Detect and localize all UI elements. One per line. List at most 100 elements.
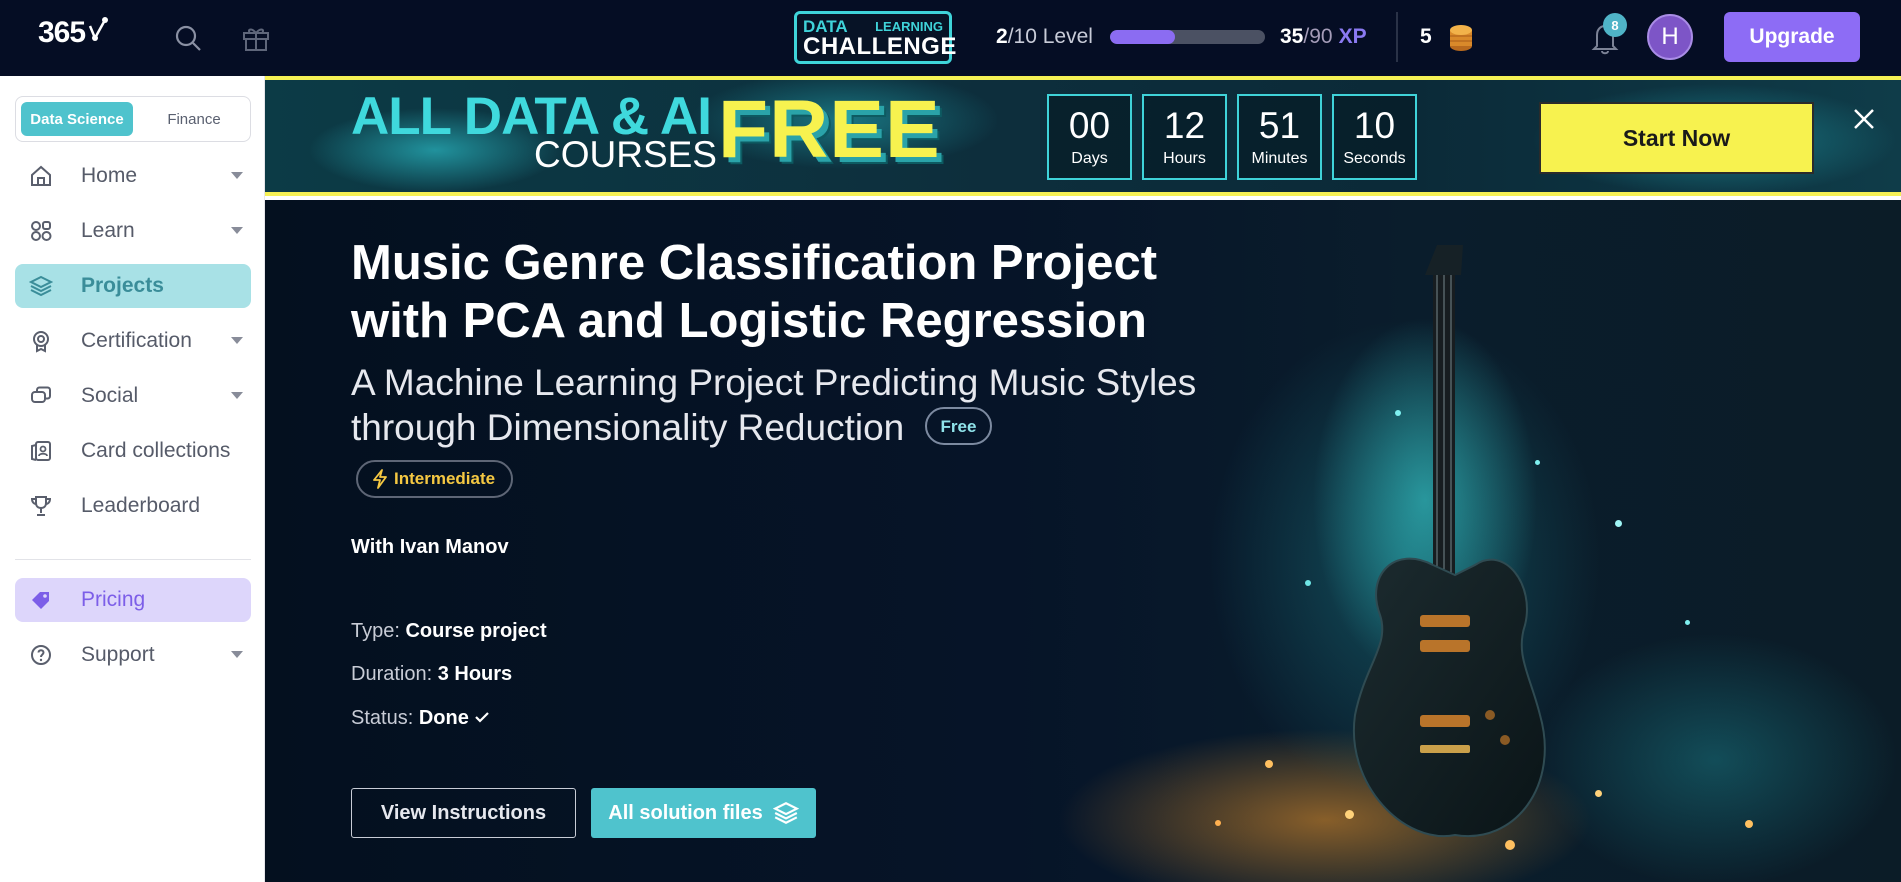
tag-icon bbox=[28, 587, 54, 613]
track-switcher: Data Science Finance bbox=[15, 96, 251, 142]
sparkle-dot bbox=[1505, 840, 1515, 850]
home-icon bbox=[28, 163, 54, 189]
sidebar: Data Science Finance Home Learn Projects… bbox=[0, 76, 265, 882]
chat-icon bbox=[28, 383, 54, 409]
countdown-label: Days bbox=[1071, 150, 1108, 167]
upgrade-button[interactable]: Upgrade bbox=[1724, 12, 1860, 62]
banner-subline: COURSES bbox=[534, 134, 717, 175]
sidebar-divider bbox=[15, 559, 251, 560]
countdown-hours: 12 Hours bbox=[1142, 94, 1227, 180]
xp-counter: 35 /90 XP bbox=[1280, 22, 1367, 52]
sparkle-dot bbox=[1215, 820, 1221, 826]
meta-label: Type: bbox=[351, 620, 400, 642]
level-current: 2 bbox=[996, 25, 1008, 48]
banner-highlight: FREE bbox=[718, 84, 941, 175]
xp-unit: XP bbox=[1338, 25, 1367, 48]
close-icon[interactable] bbox=[1851, 106, 1877, 132]
countdown-minutes: 51 Minutes bbox=[1237, 94, 1322, 180]
sparkle-dot bbox=[1595, 790, 1602, 797]
meta-label: Duration: bbox=[351, 663, 433, 685]
sidebar-item-support[interactable]: Support bbox=[15, 633, 251, 677]
meta-label: Status: bbox=[351, 707, 414, 729]
checkmark-icon bbox=[475, 712, 490, 723]
sidebar-item-social[interactable]: Social bbox=[15, 374, 251, 418]
project-duration: Duration: 3 Hours bbox=[351, 663, 512, 686]
difficulty-badge: Intermediate bbox=[356, 460, 514, 498]
guitar-illustration bbox=[1352, 245, 1546, 838]
sidebar-item-projects[interactable]: Projects bbox=[15, 264, 251, 308]
project-type: Type: Course project bbox=[351, 620, 547, 643]
sidebar-item-label: Card collections bbox=[81, 439, 231, 462]
layers-icon bbox=[28, 273, 54, 299]
countdown-value: 10 bbox=[1353, 105, 1396, 146]
sidebar-item-label: Leaderboard bbox=[81, 494, 201, 517]
lightning-icon bbox=[373, 469, 387, 489]
topbar-divider bbox=[1396, 12, 1398, 62]
xp-total: /90 bbox=[1303, 25, 1333, 48]
sparkle-dot bbox=[1305, 580, 1311, 586]
sidebar-item-label: Certification bbox=[81, 329, 192, 352]
countdown-value: 12 bbox=[1163, 105, 1206, 146]
countdown-label: Minutes bbox=[1251, 150, 1308, 167]
level-total: /10 Level bbox=[1007, 25, 1093, 48]
coin-balance[interactable]: 5 bbox=[1420, 22, 1474, 52]
tab-finance[interactable]: Finance bbox=[142, 102, 246, 136]
sidebar-item-label: Home bbox=[81, 164, 138, 187]
challenge-word-challenge: CHALLENGE bbox=[803, 33, 957, 60]
sparkle-dot bbox=[1345, 810, 1354, 819]
coin-stack-icon bbox=[1449, 25, 1472, 51]
view-instructions-button[interactable]: View Instructions bbox=[351, 788, 576, 838]
project-subtitle-block: A Machine Learning Project Predicting Mu… bbox=[351, 360, 1211, 450]
cards-icon bbox=[28, 438, 54, 464]
gift-icon[interactable] bbox=[240, 22, 272, 54]
meta-value: Course project bbox=[405, 620, 547, 642]
site-logo[interactable]: 365 bbox=[38, 16, 109, 50]
countdown-seconds: 10 Seconds bbox=[1332, 94, 1417, 180]
sidebar-item-card-collections[interactable]: Card collections bbox=[15, 429, 251, 473]
sparkle-dot bbox=[1615, 520, 1622, 527]
level-indicator: 2 /10 Level bbox=[996, 22, 1093, 52]
countdown-label: Seconds bbox=[1343, 150, 1406, 167]
meta-value: 3 Hours bbox=[437, 663, 513, 685]
user-avatar[interactable]: H bbox=[1647, 14, 1693, 60]
sidebar-item-home[interactable]: Home bbox=[15, 154, 251, 198]
countdown-label: Hours bbox=[1163, 150, 1206, 167]
start-now-button[interactable]: Start Now bbox=[1539, 102, 1814, 174]
price-badge: Free bbox=[924, 407, 993, 446]
sparkle-dot bbox=[1745, 820, 1753, 828]
layers-icon bbox=[772, 802, 799, 824]
sparkle-dot bbox=[1535, 460, 1540, 465]
xp-progress-bar bbox=[1110, 30, 1265, 44]
badge-icon bbox=[28, 328, 54, 354]
sparkle-dot bbox=[1265, 760, 1273, 768]
sidebar-item-certification[interactable]: Certification bbox=[15, 319, 251, 363]
sidebar-item-label: Learn bbox=[81, 219, 135, 242]
search-icon[interactable] bbox=[172, 22, 204, 54]
sidebar-item-label: Pricing bbox=[81, 588, 146, 611]
promo-banner: ALL DATA & AI COURSES FREE 00 Days 12 Ho… bbox=[265, 76, 1901, 196]
data-learning-challenge-badge[interactable]: DATA LEARNING CHALLENGE bbox=[794, 11, 957, 64]
xp-progress-fill bbox=[1110, 30, 1176, 44]
countdown-value: 51 bbox=[1258, 105, 1301, 146]
chevron-down-icon[interactable] bbox=[231, 172, 243, 179]
countdown-days: 00 Days bbox=[1047, 94, 1132, 180]
chevron-down-icon[interactable] bbox=[231, 337, 243, 344]
countdown-value: 00 bbox=[1068, 105, 1111, 146]
project-status: Status: Done bbox=[351, 707, 490, 730]
project-title: Music Genre Classification Project with … bbox=[351, 236, 1158, 348]
chevron-down-icon[interactable] bbox=[231, 392, 243, 399]
logo-text: 365 bbox=[38, 16, 86, 49]
chevron-down-icon[interactable] bbox=[231, 227, 243, 234]
sidebar-item-pricing[interactable]: Pricing bbox=[15, 578, 251, 622]
solution-files-label: All solution files bbox=[608, 801, 763, 824]
project-subtitle: A Machine Learning Project Predicting Mu… bbox=[351, 362, 1197, 448]
coin-count: 5 bbox=[1420, 25, 1432, 48]
notifications-count-badge: 8 bbox=[1603, 13, 1627, 37]
all-solution-files-button[interactable]: All solution files bbox=[591, 788, 816, 838]
sidebar-item-label: Projects bbox=[81, 274, 164, 297]
sparkle-dot bbox=[1395, 410, 1401, 416]
chevron-down-icon[interactable] bbox=[231, 651, 243, 658]
sidebar-item-learn[interactable]: Learn bbox=[15, 209, 251, 253]
tab-data-science[interactable]: Data Science bbox=[21, 102, 133, 136]
sidebar-item-leaderboard[interactable]: Leaderboard bbox=[15, 484, 251, 528]
